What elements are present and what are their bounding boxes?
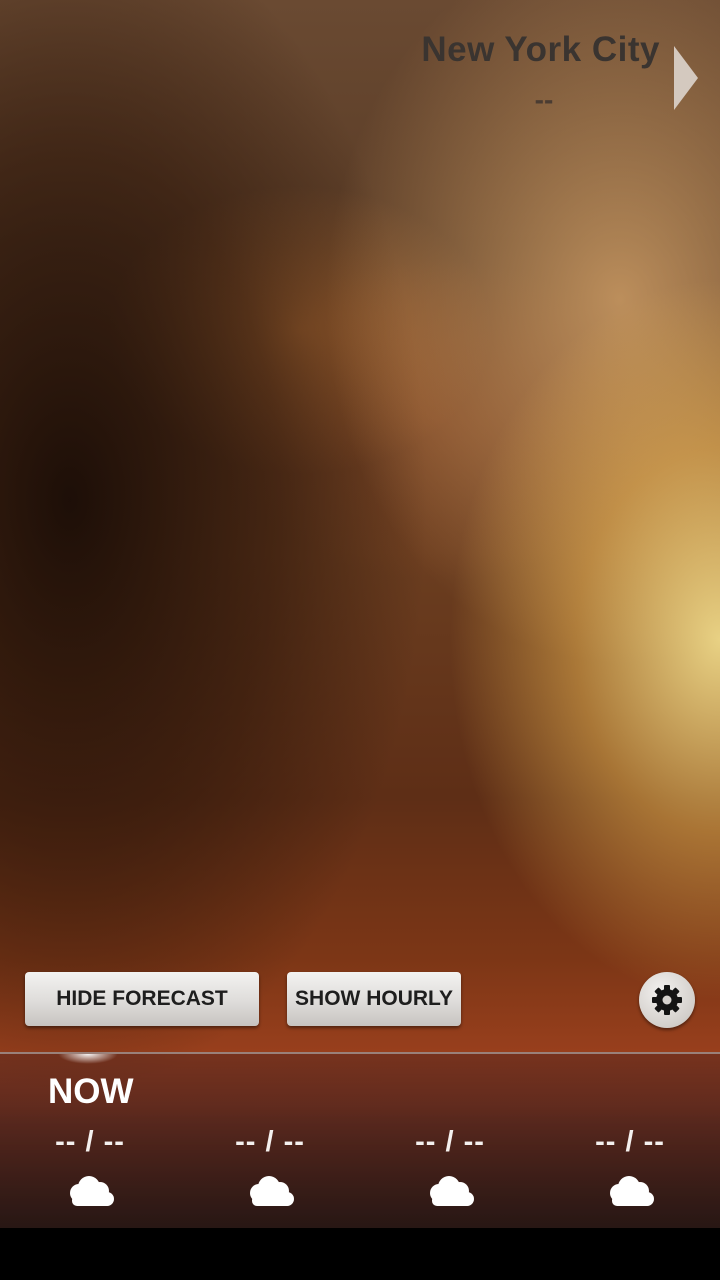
location-header: New York City [421, 30, 660, 70]
forecast-day: -- / -- [0, 1126, 180, 1214]
forecast-day: -- / -- [180, 1126, 360, 1214]
selected-indicator [58, 1054, 118, 1064]
cloud-icon [423, 1173, 477, 1214]
hide-forecast-button[interactable]: HIDE FORECAST [25, 972, 259, 1026]
temperature-range: -- / -- [55, 1126, 125, 1158]
background-sky-image [0, 0, 720, 1228]
temperature-range: -- / -- [415, 1126, 485, 1158]
cloud-icon [603, 1173, 657, 1214]
navigation-bar [0, 1228, 720, 1280]
forecast-day: -- / -- [540, 1126, 720, 1214]
cloud-icon [63, 1173, 117, 1214]
city-name: New York City [421, 30, 660, 69]
city-subtitle: -- [534, 84, 554, 115]
show-hourly-button[interactable]: SHOW HOURLY [287, 972, 461, 1026]
gear-icon [652, 985, 682, 1015]
forecast-panel: NOW -- / -- -- / -- -- / -- -- / -- [0, 1052, 720, 1230]
settings-button[interactable] [639, 972, 695, 1028]
forecast-day: -- / -- [360, 1126, 540, 1214]
cloud-icon [243, 1173, 297, 1214]
next-location-arrow-icon[interactable] [674, 46, 698, 110]
now-label: NOW [48, 1072, 134, 1111]
temperature-range: -- / -- [595, 1126, 665, 1158]
temperature-range: -- / -- [235, 1126, 305, 1158]
